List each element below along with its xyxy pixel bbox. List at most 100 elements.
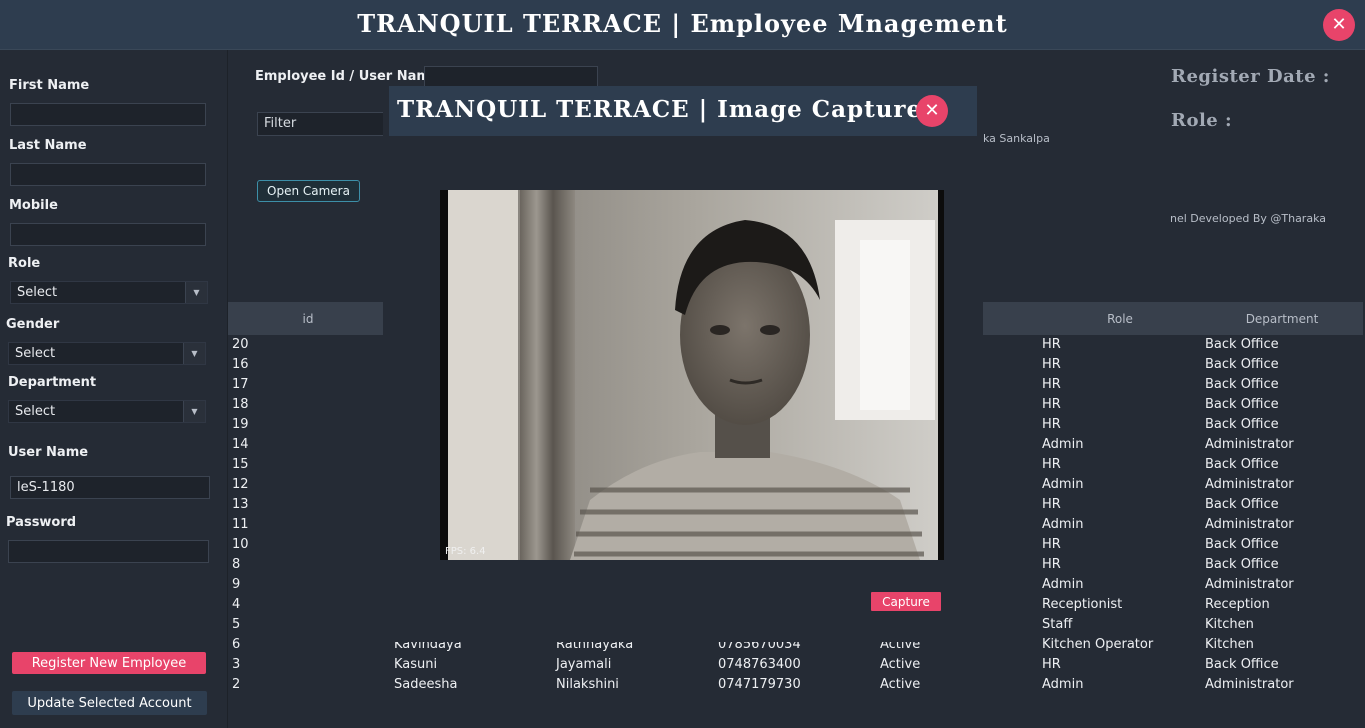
cell-id: 11: [232, 517, 249, 532]
image-capture-dialog: TRANQUIL TERRACE | Image Capture ✕ FPS: …: [383, 86, 983, 642]
developer-credit-text: nel Developed By @Tharaka: [1170, 212, 1326, 225]
last-name-label: Last Name: [9, 138, 87, 153]
role-select-value: Select: [17, 285, 58, 300]
cell-role: HR: [1042, 497, 1061, 512]
cell-id: 17: [232, 377, 249, 392]
close-icon: ✕: [924, 100, 940, 121]
password-label: Password: [6, 515, 77, 530]
cell-department: Back Office: [1205, 557, 1279, 572]
cell-role: HR: [1042, 397, 1061, 412]
cell-department: Back Office: [1205, 357, 1279, 372]
cell-status: Active: [880, 677, 921, 692]
cell-role: HR: [1042, 557, 1061, 572]
mobile-label: Mobile: [9, 198, 58, 213]
cell-department: Administrator: [1205, 517, 1294, 532]
gender-select[interactable]: Select ▼: [8, 342, 206, 365]
cell-role: Admin: [1042, 517, 1084, 532]
cell-role: HR: [1042, 537, 1061, 552]
password-field[interactable]: [8, 540, 209, 563]
cell-id: 5: [232, 617, 241, 632]
cell-last-name: Nilakshini: [556, 677, 619, 692]
department-select[interactable]: Select ▼: [8, 400, 206, 423]
cell-department: Back Office: [1205, 657, 1279, 672]
cell-role: HR: [1042, 417, 1061, 432]
cell-first-name: Sadeesha: [394, 677, 458, 692]
cell-department: Back Office: [1205, 497, 1279, 512]
registration-sidebar: First Name Last Name Mobile Role Select …: [0, 50, 228, 728]
cell-department: Administrator: [1205, 437, 1294, 452]
webcam-image: [440, 190, 944, 560]
cell-department: Back Office: [1205, 337, 1279, 352]
mobile-field[interactable]: [10, 223, 206, 246]
cell-role: HR: [1042, 357, 1061, 372]
dialog-title: TRANQUIL TERRACE | Image Capture: [397, 96, 923, 123]
department-select-value: Select: [15, 404, 56, 419]
cell-department: Back Office: [1205, 537, 1279, 552]
cell-id: 19: [232, 417, 249, 432]
cell-role: Admin: [1042, 477, 1084, 492]
cell-role: HR: [1042, 337, 1061, 352]
column-header-department[interactable]: Department: [1202, 312, 1362, 326]
role-info-label: Role :: [1171, 110, 1233, 131]
cell-role: HR: [1042, 657, 1061, 672]
cell-id: 20: [232, 337, 249, 352]
first-name-field[interactable]: [10, 103, 206, 126]
cell-id: 2: [232, 677, 241, 692]
department-label: Department: [8, 375, 97, 390]
register-date-label: Register Date :: [1171, 66, 1330, 87]
gender-label: Gender: [6, 317, 60, 332]
role-select[interactable]: Select ▼: [10, 281, 208, 304]
capture-button[interactable]: Capture: [871, 592, 941, 611]
employee-id-label: Employee Id / User Name: [255, 69, 439, 84]
cell-role: Receptionist: [1042, 597, 1123, 612]
cell-department: Reception: [1205, 597, 1270, 612]
close-icon: ✕: [1331, 14, 1347, 35]
cell-department: Administrator: [1205, 477, 1294, 492]
cell-id: 6: [232, 637, 241, 652]
cell-department: Kitchen: [1205, 617, 1254, 632]
last-name-field[interactable]: [10, 163, 206, 186]
cell-id: 15: [232, 457, 249, 472]
cell-department: Administrator: [1205, 677, 1294, 692]
cell-id: 9: [232, 577, 241, 592]
cell-id: 16: [232, 357, 249, 372]
role-label: Role: [8, 256, 41, 271]
cell-role: Admin: [1042, 437, 1084, 452]
cell-department: Administrator: [1205, 577, 1294, 592]
cell-role: HR: [1042, 377, 1061, 392]
cell-id: 13: [232, 497, 249, 512]
cell-id: 10: [232, 537, 249, 552]
cell-role: Staff: [1042, 617, 1073, 632]
camera-preview: FPS: 6.4: [440, 190, 944, 560]
filter-field[interactable]: Filter: [257, 112, 387, 136]
cell-id: 8: [232, 557, 241, 572]
window-title: TRANQUIL TERRACE | Employee Mnagement: [357, 9, 1008, 38]
cell-id: 4: [232, 597, 241, 612]
chevron-down-icon: ▼: [183, 343, 205, 364]
cell-mobile: 0747179730: [718, 677, 801, 692]
gender-select-value: Select: [15, 346, 56, 361]
first-name-label: First Name: [9, 78, 90, 93]
update-account-button[interactable]: Update Selected Account: [12, 691, 207, 715]
cell-role: HR: [1042, 457, 1061, 472]
chevron-down-icon: ▼: [185, 282, 207, 303]
username-field[interactable]: leS-1180: [10, 476, 210, 499]
cell-role: Kitchen Operator: [1042, 637, 1154, 652]
close-dialog-button[interactable]: ✕: [916, 95, 948, 127]
register-employee-button[interactable]: Register New Employee: [12, 652, 206, 674]
cell-mobile: 0748763400: [718, 657, 801, 672]
cell-id: 12: [232, 477, 249, 492]
cell-department: Back Office: [1205, 397, 1279, 412]
cell-department: Back Office: [1205, 417, 1279, 432]
close-window-button[interactable]: ✕: [1323, 9, 1355, 41]
open-camera-button[interactable]: Open Camera: [257, 180, 360, 202]
column-header-id[interactable]: id: [228, 312, 388, 326]
fps-readout: FPS: 6.4: [445, 546, 486, 557]
cell-department: Kitchen: [1205, 637, 1254, 652]
cell-id: 14: [232, 437, 249, 452]
employee-id-field[interactable]: [424, 66, 598, 88]
cell-first-name: Kasuni: [394, 657, 438, 672]
column-header-role[interactable]: Role: [1040, 312, 1200, 326]
cell-role: Admin: [1042, 577, 1084, 592]
cell-department: Back Office: [1205, 377, 1279, 392]
